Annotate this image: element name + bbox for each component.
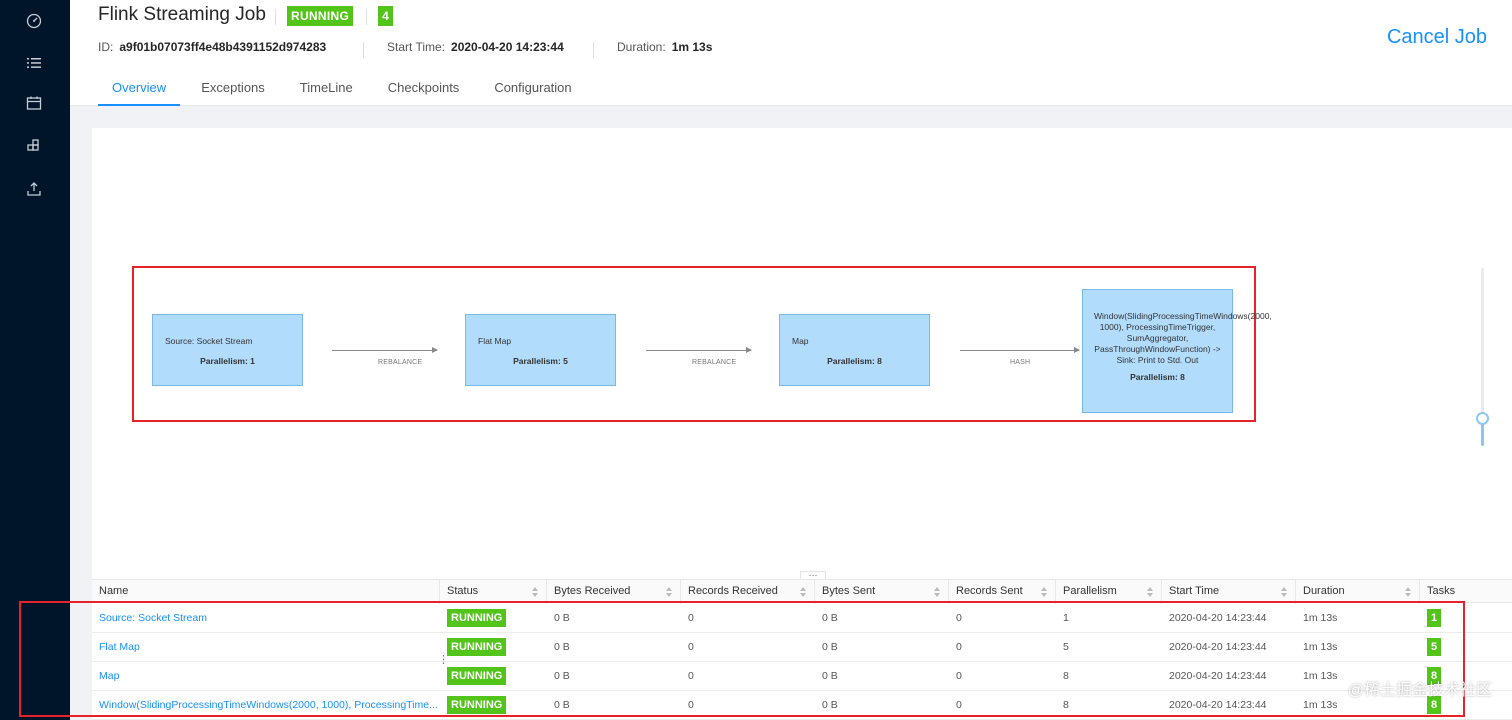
start-time-label: Start Time: [387, 40, 446, 54]
job-id-label: ID: [98, 40, 114, 54]
node-name: Window(SlidingProcessingTimeWindows(2000… [1094, 311, 1272, 365]
job-status-badge: RUNNING [287, 6, 354, 26]
sort-icon[interactable] [934, 587, 940, 597]
job-header: Flink Streaming Job RUNNING 4 ID: a9f01b0… [70, 0, 1512, 106]
list-icon[interactable] [25, 55, 43, 71]
node-name: Map [792, 336, 809, 346]
graph-edge [960, 347, 1080, 353]
tab-checkpoints[interactable]: Checkpoints [374, 70, 474, 106]
edge-label: REBALANCE [692, 359, 737, 366]
job-duration: Duration: 1m 13s [617, 40, 712, 54]
job-start-time: Start Time: 2020-04-20 14:23:44 [387, 40, 564, 54]
column-label: Records Sent [956, 585, 1023, 597]
column-label: Status [447, 585, 479, 597]
sort-icon[interactable] [1281, 587, 1287, 597]
job-tabs: Overview Exceptions TimeLine Checkpoints… [98, 70, 593, 106]
tab-overview[interactable]: Overview [98, 70, 181, 106]
tab-exceptions[interactable]: Exceptions [187, 70, 279, 106]
calendar-icon[interactable] [25, 95, 43, 111]
column-label: Records Received [688, 585, 778, 597]
tab-configuration[interactable]: Configuration [480, 70, 585, 106]
node-parallelism: Parallelism: 1 [200, 356, 255, 366]
node-parallelism: Parallelism: 8 [1130, 372, 1185, 382]
sort-icon[interactable] [1405, 587, 1411, 597]
node-parallelism: Parallelism: 8 [827, 356, 882, 366]
divider [275, 9, 276, 25]
column-label: Bytes Received [554, 585, 631, 597]
edge-label: REBALANCE [378, 359, 423, 366]
sort-icon[interactable] [800, 587, 806, 597]
column-label: Duration [1303, 585, 1345, 597]
divider [366, 9, 367, 25]
dashboard-icon[interactable] [25, 13, 43, 29]
node-name: Flat Map [478, 336, 512, 346]
graph-node-source[interactable]: Source: Socket Stream Parallelism: 1 [152, 314, 303, 386]
job-title: Flink Streaming Job [98, 4, 266, 25]
start-time-value: 2020-04-20 14:23:44 [451, 40, 564, 54]
watermark: @稀土掘金技术社区 [1347, 682, 1492, 699]
sort-icon[interactable] [532, 587, 538, 597]
edge-label: HASH [1010, 359, 1031, 366]
column-label: Start Time [1169, 585, 1220, 597]
divider [593, 42, 594, 58]
zoom-slider-handle[interactable] [1476, 412, 1489, 425]
duration-value: 1m 13s [671, 40, 713, 54]
divider [363, 42, 364, 58]
sort-icon[interactable] [666, 587, 672, 597]
cluster-icon[interactable] [25, 138, 43, 154]
graph-edge [646, 347, 752, 353]
sort-icon[interactable] [1041, 587, 1047, 597]
column-label: Bytes Sent [822, 585, 876, 597]
sort-icon[interactable] [1147, 587, 1153, 597]
rows-highlight-box [19, 601, 1465, 717]
graph-node-window-sink[interactable]: Window(SlidingProcessingTimeWindows(2000… [1082, 289, 1272, 413]
upload-icon[interactable] [25, 181, 43, 197]
node-name: Source: Socket Stream [165, 336, 253, 346]
graph-node-flat-map[interactable]: Flat Map Parallelism: 5 [465, 314, 616, 386]
table-header: Name Status Bytes Received Records Recei… [92, 579, 1512, 604]
cancel-job-button[interactable]: Cancel Job [1387, 26, 1487, 49]
node-parallelism: Parallelism: 5 [513, 356, 568, 366]
graph-edge [332, 347, 438, 353]
zoom-slider-fill [1481, 422, 1484, 446]
job-id: ID: a9f01b07073ff4e48b4391152d974283 [98, 40, 326, 54]
job-id-value: a9f01b07073ff4e48b4391152d974283 [119, 40, 327, 54]
duration-label: Duration: [617, 40, 666, 54]
column-label: Parallelism [1063, 585, 1117, 597]
graph-node-map[interactable]: Map Parallelism: 8 [779, 314, 930, 386]
task-count-badge: 4 [378, 6, 393, 26]
tab-timeline[interactable]: TimeLine [286, 70, 367, 106]
